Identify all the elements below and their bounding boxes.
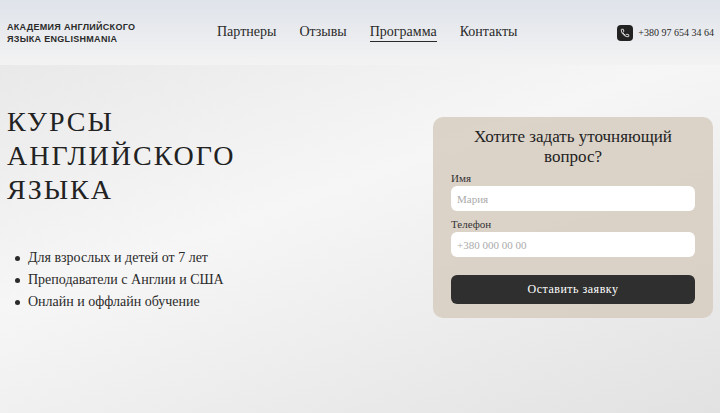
bullet-item: Онлайн и оффлайн обучение (15, 291, 236, 313)
field-input[interactable] (451, 186, 695, 211)
bullet-dot-icon (15, 256, 20, 261)
hero-content: КУРСЫАНГЛИЙСКОГОЯЗЫКА Для взрослых и дете… (7, 65, 236, 313)
phone[interactable]: +380 97 654 34 64 (617, 25, 714, 41)
hero-title: КУРСЫАНГЛИЙСКОГОЯЗЫКА (7, 105, 236, 207)
phone-number: +380 97 654 34 64 (638, 27, 714, 38)
page: АКАДЕМИЯ АНГЛИЙСКОГОЯЗЫКА ENGLISHMANIA Па… (0, 0, 720, 413)
bullet-list: Для взрослых и детей от 7 летПреподавате… (7, 247, 236, 313)
form-field: Имя (451, 171, 695, 211)
submit-button[interactable]: Оставить заявку (451, 275, 695, 304)
hero: КУРСЫАНГЛИЙСКОГОЯЗЫКА Для взрослых и дете… (0, 65, 720, 413)
bullet-text: Для взрослых и детей от 7 лет (28, 247, 208, 269)
logo-line: АКАДЕМИЯ АНГЛИЙСКОГО (7, 21, 207, 33)
bullet-text: Преподаватели с Англии и США (28, 269, 224, 291)
bullet-text: Онлайн и оффлайн обучение (28, 291, 200, 313)
logo[interactable]: АКАДЕМИЯ АНГЛИЙСКОГОЯЗЫКА ENGLISHMANIA (7, 21, 207, 45)
header: АКАДЕМИЯ АНГЛИЙСКОГОЯЗЫКА ENGLISHMANIA Па… (0, 0, 720, 65)
field-label: Телефон (451, 217, 695, 231)
form-title: Хотите задать уточняющий вопрос? (451, 127, 695, 167)
nav-item[interactable]: Партнеры (217, 24, 276, 42)
form-field: Телефон (451, 217, 695, 257)
title-line: КУРСЫ (7, 105, 236, 139)
bullet-dot-icon (15, 278, 20, 283)
title-line: АНГЛИЙСКОГО (7, 139, 236, 173)
bullet-item: Преподаватели с Англии и США (15, 269, 236, 291)
title-line: ЯЗЫКА (7, 173, 236, 207)
bullet-dot-icon (15, 300, 20, 305)
nav-item[interactable]: Контакты (460, 24, 518, 42)
logo-line: ЯЗЫКА ENGLISHMANIA (7, 33, 207, 45)
phone-svg-icon (620, 28, 630, 38)
nav: Партнеры Отзывы Программа Контакты (217, 24, 517, 42)
phone-icon (617, 25, 633, 41)
nav-item[interactable]: Отзывы (299, 24, 346, 42)
bullet-item: Для взрослых и детей от 7 лет (15, 247, 236, 269)
field-input[interactable] (451, 232, 695, 257)
field-label: Имя (451, 171, 695, 185)
nav-item[interactable]: Программа (370, 24, 437, 42)
question-form: Хотите задать уточняющий вопрос? Имя Телеф… (433, 117, 713, 318)
